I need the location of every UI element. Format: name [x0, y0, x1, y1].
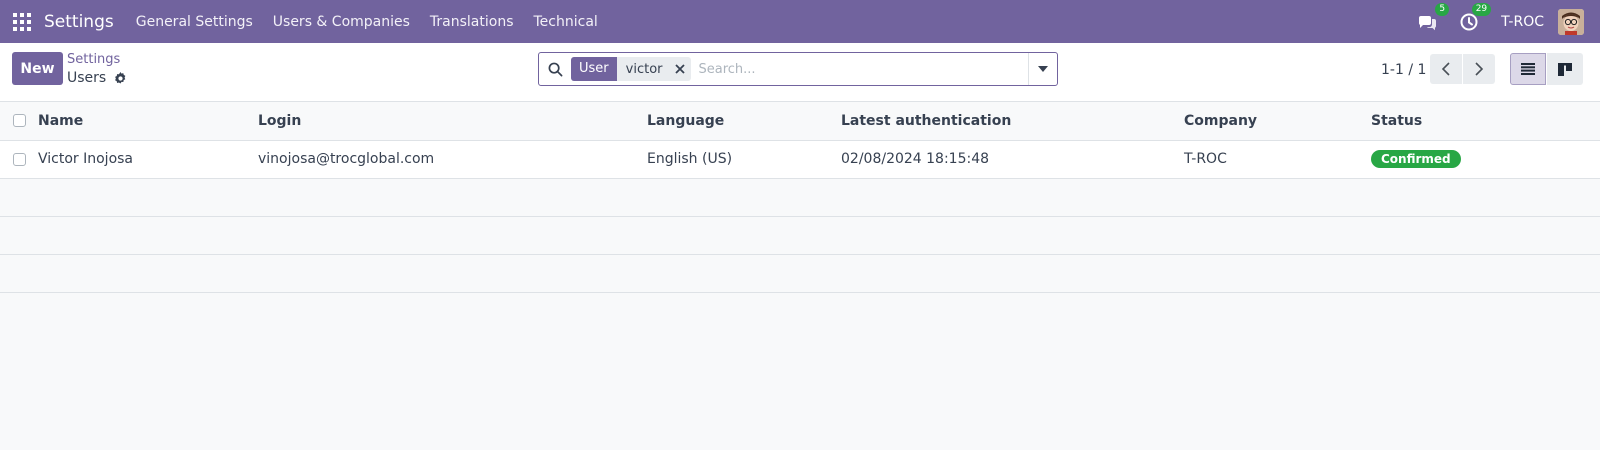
facet-value: victor	[625, 61, 663, 77]
kanban-view-button[interactable]	[1547, 53, 1583, 85]
breadcrumb-settings[interactable]: Settings	[67, 52, 120, 67]
column-header-company[interactable]: Company	[1184, 102, 1371, 141]
empty-cell	[0, 216, 1600, 255]
search-input[interactable]	[690, 61, 1028, 77]
column-header-language[interactable]: Language	[647, 102, 841, 141]
column-header-login[interactable]: Login	[258, 102, 647, 141]
navbar-systray: 5 29 T-ROC	[1417, 0, 1584, 43]
chat-icon	[1419, 15, 1437, 30]
list-view-button[interactable]	[1510, 53, 1546, 85]
activities-count-badge: 29	[1471, 2, 1492, 16]
new-button[interactable]: New	[12, 52, 63, 85]
apps-menu-button[interactable]	[0, 0, 44, 43]
facet-label: User	[571, 57, 617, 81]
table-row[interactable]: Victor Inojosa vinojosa@trocglobal.com E…	[0, 140, 1600, 179]
company-switcher[interactable]: T-ROC	[1501, 14, 1544, 30]
messages-button[interactable]: 5	[1417, 2, 1450, 32]
search-button[interactable]	[539, 62, 571, 77]
search-facet: User victor	[571, 57, 691, 81]
control-panel: New Settings Users User victor Search...…	[0, 43, 1600, 102]
empty-cell	[0, 178, 1600, 217]
row-checkbox[interactable]	[13, 152, 26, 166]
pager-next-button[interactable]	[1463, 54, 1495, 84]
users-table: Name Login Language Latest authenticatio…	[0, 102, 1600, 293]
column-header-latest-authentication[interactable]: Latest authentication	[841, 102, 1184, 141]
column-header-status[interactable]: Status	[1371, 102, 1600, 141]
cell-language[interactable]: English (US)	[647, 140, 841, 179]
menu-technical[interactable]: Technical	[524, 14, 608, 30]
column-header-name[interactable]: Name	[38, 102, 258, 141]
top-navbar: Settings General Settings Users & Compan…	[0, 0, 1600, 43]
gear-icon[interactable]	[114, 71, 127, 85]
cell-status[interactable]: Confirmed	[1371, 140, 1600, 179]
empty-row	[0, 254, 1600, 293]
page-title-text: Users	[67, 70, 107, 86]
user-avatar[interactable]	[1558, 8, 1584, 35]
search-options-toggle[interactable]	[1028, 53, 1057, 85]
list-view-icon	[1521, 63, 1535, 75]
empty-row	[0, 216, 1600, 255]
chevron-right-icon	[1475, 62, 1483, 76]
empty-cell	[0, 254, 1600, 293]
table-header-row: Name Login Language Latest authenticatio…	[0, 102, 1600, 141]
facet-remove-button[interactable]	[669, 57, 691, 81]
select-all-cell	[0, 102, 38, 141]
activities-button[interactable]: 29	[1459, 2, 1492, 32]
apps-grid-icon	[13, 12, 31, 31]
caret-down-icon	[1038, 66, 1048, 72]
kanban-view-icon	[1558, 62, 1572, 76]
chevron-left-icon	[1442, 62, 1450, 76]
cell-name[interactable]: Victor Inojosa	[38, 140, 258, 179]
search-bar: User victor	[538, 52, 1058, 86]
messages-count-badge: 5	[1435, 2, 1450, 16]
app-name[interactable]: Settings	[44, 12, 114, 32]
row-select-cell	[0, 140, 38, 179]
menu-translations[interactable]: Translations	[420, 14, 524, 30]
cell-login[interactable]: vinojosa@trocglobal.com	[258, 140, 647, 179]
avatar-icon	[1558, 8, 1584, 35]
cell-company[interactable]: T-ROC	[1184, 140, 1371, 179]
close-icon	[674, 64, 685, 74]
cell-latest-authentication[interactable]: 02/08/2024 18:15:48	[841, 140, 1184, 179]
menu-general-settings[interactable]: General Settings	[126, 14, 263, 30]
page-title: Users	[67, 70, 127, 86]
pager-previous-button[interactable]	[1430, 54, 1462, 84]
menu-users-companies[interactable]: Users & Companies	[263, 14, 420, 30]
search-icon	[548, 62, 562, 76]
empty-row	[0, 178, 1600, 217]
select-all-checkbox[interactable]	[13, 114, 26, 128]
pager-value[interactable]: 1-1 / 1	[1381, 62, 1426, 78]
status-badge: Confirmed	[1371, 150, 1461, 168]
